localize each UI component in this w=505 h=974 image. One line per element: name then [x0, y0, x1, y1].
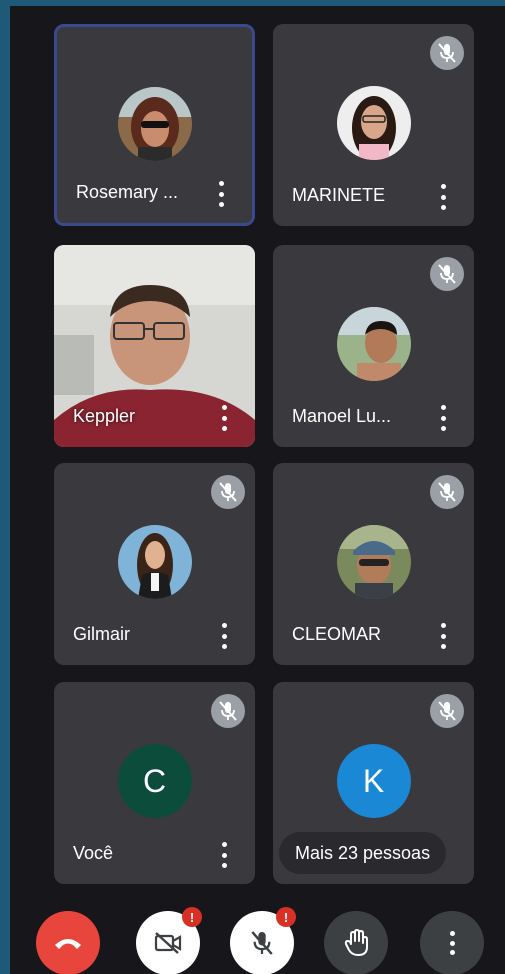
- more-vert-icon[interactable]: [438, 405, 448, 431]
- avatar-initial: C: [117, 744, 192, 818]
- avatar: [117, 525, 192, 599]
- participant-tile-manoel[interactable]: Manoel Lu...: [273, 245, 474, 447]
- participant-tile-keppler[interactable]: Keppler: [54, 245, 255, 447]
- avatar-initial: K: [336, 744, 411, 818]
- camera-toggle-button[interactable]: !: [136, 907, 202, 974]
- hang-up-button[interactable]: [36, 911, 100, 974]
- participant-tile-cleomar[interactable]: CLEOMAR: [273, 463, 474, 665]
- more-vert-icon[interactable]: [438, 623, 448, 649]
- more-vert-icon: [449, 931, 455, 955]
- participant-name: MARINETE: [292, 185, 386, 205]
- mic-off-icon: [430, 475, 464, 509]
- participant-tile-voce[interactable]: C Você: [54, 682, 255, 884]
- avatar: [117, 87, 192, 161]
- participant-name: CLEOMAR: [292, 624, 382, 644]
- participant-name: Rosemary ...: [76, 182, 179, 202]
- mic-off-icon: [430, 257, 464, 291]
- mic-toggle-button[interactable]: !: [230, 907, 296, 974]
- more-vert-icon[interactable]: [219, 405, 229, 431]
- participant-tile-gilmair[interactable]: Gilmair: [54, 463, 255, 665]
- mic-off-icon: [251, 931, 273, 955]
- mic-off-icon: [211, 475, 245, 509]
- raise-hand-button[interactable]: [324, 911, 388, 974]
- hand-raise-icon: [344, 929, 368, 956]
- mic-alert-badge: !: [276, 907, 296, 927]
- hang-up-icon: [55, 939, 81, 949]
- mic-off-icon: [430, 694, 464, 728]
- more-vert-icon[interactable]: [219, 623, 229, 649]
- more-options-button[interactable]: [420, 911, 484, 974]
- avatar: [336, 525, 411, 599]
- avatar: [336, 307, 411, 381]
- mic-off-icon: [211, 694, 245, 728]
- mic-off-icon: [430, 36, 464, 70]
- participant-name: Gilmair: [73, 624, 130, 644]
- camera-off-icon: [154, 932, 182, 954]
- more-vert-icon[interactable]: [219, 842, 229, 868]
- avatar: [336, 86, 411, 160]
- participant-name: Você: [73, 843, 114, 863]
- participant-name: Keppler: [73, 406, 136, 426]
- more-vert-icon[interactable]: [216, 181, 226, 207]
- more-people-button[interactable]: Mais 23 pessoas: [279, 832, 447, 874]
- more-vert-icon[interactable]: [438, 184, 448, 210]
- participant-tile-rosemary[interactable]: Rosemary ...: [54, 24, 255, 226]
- participant-tile-marinete[interactable]: MARINETE: [273, 24, 474, 226]
- participant-tile-others[interactable]: K Mais 23 pessoas: [273, 682, 474, 884]
- participant-name: Manoel Lu...: [292, 406, 392, 426]
- camera-alert-badge: !: [182, 907, 202, 927]
- meeting-screen: Rosemary ... MARINETE Keppler Manoel Lu.…: [10, 6, 505, 974]
